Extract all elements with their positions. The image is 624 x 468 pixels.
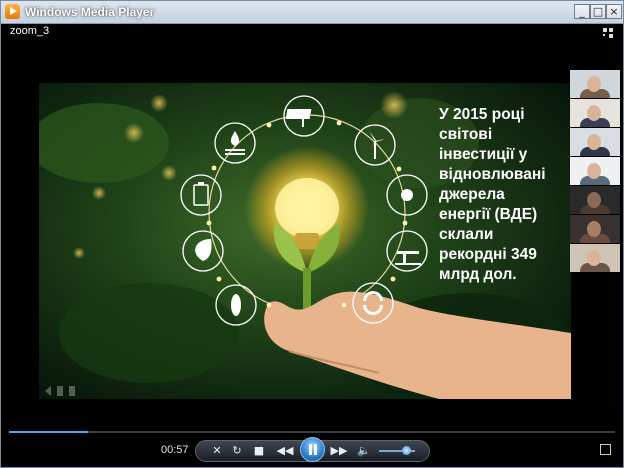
participant-video <box>570 244 620 272</box>
participant-video <box>570 157 620 185</box>
title-bar[interactable]: Windows Media Player _ □ × <box>1 1 623 24</box>
slide-line: джерела <box>439 186 505 203</box>
volume-slider-thumb[interactable] <box>402 446 411 455</box>
slide-line: склали <box>439 226 494 243</box>
seek-bar-progress <box>9 431 88 433</box>
participant-video <box>570 99 620 127</box>
maximize-button[interactable]: □ <box>590 4 606 19</box>
media-player-app-icon <box>5 4 20 19</box>
participant-video <box>570 186 620 214</box>
next-icon[interactable]: ▶▶ <box>329 442 349 460</box>
slide-line: У 2015 році <box>439 106 525 123</box>
minimize-button[interactable]: _ <box>574 4 590 19</box>
slide-line: світові <box>439 126 493 143</box>
participant-video <box>570 215 620 243</box>
slide-line: енергії (ВДЕ) <box>439 206 538 223</box>
slide-text: У 2015 році світові інвестиції у відновл… <box>439 105 569 285</box>
speaker-icon[interactable]: 🔈 <box>357 442 371 460</box>
slide-line: інвестиції у <box>439 146 528 163</box>
clip-name: zoom_3 <box>10 25 50 37</box>
participant-video <box>570 128 620 156</box>
fullscreen-icon[interactable] <box>600 444 611 455</box>
info-bar <box>1 24 623 44</box>
stop-icon[interactable]: ■ <box>252 442 266 460</box>
window-title: Windows Media Player <box>25 5 155 19</box>
previous-icon[interactable]: ◀◀ <box>275 442 295 460</box>
shuffle-icon[interactable]: ✕ <box>209 442 225 460</box>
media-player-window: Windows Media Player _ □ × zoom_3 У 2015… <box>0 0 624 468</box>
close-button[interactable]: × <box>606 4 622 19</box>
video-display[interactable]: У 2015 році світові інвестиції у відновл… <box>39 83 571 399</box>
switch-to-library-icon[interactable] <box>603 28 613 38</box>
slide-line: рекордні 349 <box>439 246 537 263</box>
participant-video <box>570 70 620 98</box>
seek-bar[interactable] <box>9 431 615 433</box>
slide-line: відновлювані <box>439 166 546 183</box>
pause-icon[interactable] <box>300 437 325 462</box>
repeat-icon[interactable]: ↻ <box>229 442 245 460</box>
elapsed-time: 00:57 <box>161 444 189 456</box>
slide-line: млрд дол. <box>439 266 517 283</box>
